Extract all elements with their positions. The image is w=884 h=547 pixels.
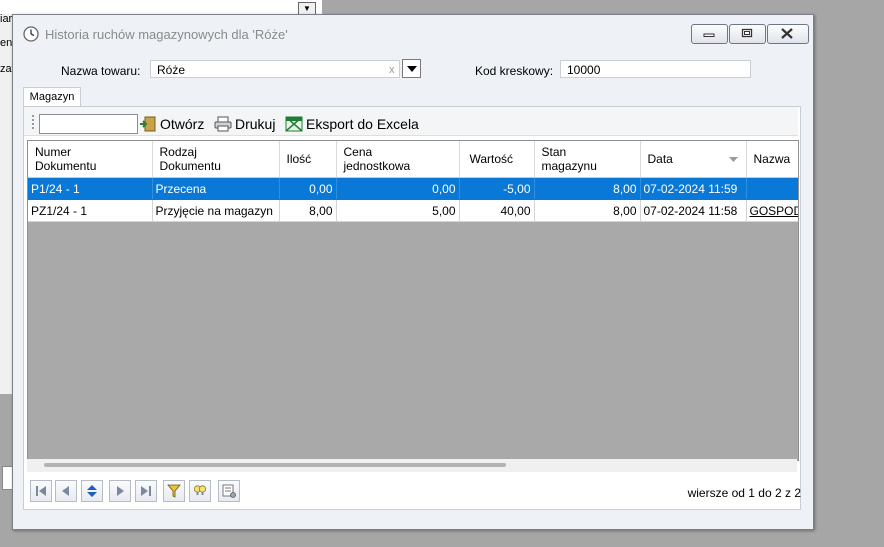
cell-unit-price[interactable]: 0,00 xyxy=(336,177,460,200)
excel-icon xyxy=(285,116,303,132)
settings-button[interactable] xyxy=(218,480,240,502)
filter-button[interactable] xyxy=(163,480,185,502)
column-header[interactable]: Cena jednostkowa xyxy=(336,141,460,178)
cell-document-number[interactable]: P1/24 - 1 xyxy=(28,177,153,200)
stock-history-window: Historia ruchów magazynowych dla 'Róże' … xyxy=(12,14,814,530)
window-title: Historia ruchów magazynowych dla 'Róże' xyxy=(45,27,288,42)
close-button[interactable] xyxy=(767,24,809,44)
cell-stock[interactable]: 8,00 xyxy=(534,199,641,222)
next-icon xyxy=(117,486,124,496)
stock-movements-table: Numer Dokumentu Rodzaj Dokumentu Ilość Cen… xyxy=(27,140,799,461)
cell-name[interactable] xyxy=(746,177,798,200)
column-header[interactable]: Stan magazynu xyxy=(534,141,641,178)
scrollbar-thumb[interactable] xyxy=(44,463,506,467)
up-down-icon xyxy=(87,485,97,497)
printer-icon xyxy=(214,116,232,132)
product-dropdown-button[interactable] xyxy=(402,59,421,78)
column-header-date[interactable]: Data xyxy=(640,141,747,178)
navigation-bar: wiersze od 1 do 2 z 2 xyxy=(27,479,801,504)
next-record-button[interactable] xyxy=(109,480,131,502)
toolbar-grip[interactable] xyxy=(32,115,36,129)
column-header[interactable]: Rodzaj Dokumentu xyxy=(152,141,280,178)
previous-record-button[interactable] xyxy=(55,480,77,502)
open-button[interactable]: Otwórz xyxy=(139,114,211,134)
grid-settings-icon xyxy=(222,484,236,498)
table-row[interactable]: P1/24 - 1 Przecena 0,00 0,00 -5,00 8,00 … xyxy=(28,177,798,200)
filter-icon xyxy=(167,484,181,498)
cell-name[interactable]: GOSPOD xyxy=(746,199,798,222)
print-button[interactable]: Drukuj xyxy=(214,114,282,134)
cell-value[interactable]: -5,00 xyxy=(459,177,535,200)
lightbulb-icon xyxy=(193,485,207,495)
column-header[interactable]: Numer Dokumentu xyxy=(28,141,153,178)
clear-icon[interactable]: x xyxy=(389,64,395,76)
tab-magazyn[interactable]: Magazyn xyxy=(23,87,81,107)
cell-document-number[interactable]: PZ1/24 - 1 xyxy=(28,199,153,222)
product-name-label: Nazwa towaru: xyxy=(61,64,141,78)
first-record-button[interactable] xyxy=(30,480,52,502)
horizontal-scrollbar[interactable] xyxy=(27,459,797,472)
last-record-icon xyxy=(141,486,151,496)
title-bar[interactable]: Historia ruchów magazynowych dla 'Róże' xyxy=(13,15,813,52)
current-record-button[interactable] xyxy=(81,480,103,502)
print-label: Drukuj xyxy=(235,116,276,132)
toolbar-search-input[interactable] xyxy=(39,114,138,134)
cell-document-type[interactable]: Przecena xyxy=(152,177,280,200)
background-side-label: en xyxy=(0,37,13,49)
table-header: Numer Dokumentu Rodzaj Dokumentu Ilość Cen… xyxy=(28,141,798,178)
restore-icon xyxy=(741,28,753,38)
maximize-button[interactable] xyxy=(729,24,766,44)
hints-button[interactable] xyxy=(189,480,211,502)
toolbar: Otwórz Drukuj Eksport do Excela xyxy=(24,107,798,136)
close-icon xyxy=(781,28,793,39)
export-excel-button[interactable]: Eksport do Excela xyxy=(285,114,425,134)
barcode-field[interactable]: 10000 xyxy=(560,60,751,78)
background-side-label: iar xyxy=(0,13,13,25)
cell-value[interactable]: 40,00 xyxy=(459,199,535,222)
column-header[interactable]: Nazwa xyxy=(746,141,798,178)
minimize-button[interactable] xyxy=(691,24,728,44)
clock-icon xyxy=(23,26,39,42)
minimize-icon xyxy=(703,33,715,37)
cell-unit-price[interactable]: 5,00 xyxy=(336,199,460,222)
cell-date[interactable]: 07-02-2024 11:59 xyxy=(640,177,747,200)
cell-quantity[interactable]: 8,00 xyxy=(279,199,337,222)
open-icon xyxy=(140,116,156,132)
export-label: Eksport do Excela xyxy=(306,116,419,132)
cell-date[interactable]: 07-02-2024 11:58 xyxy=(640,199,747,222)
chevron-down-icon xyxy=(407,66,417,72)
cell-stock[interactable]: 8,00 xyxy=(534,177,641,200)
row-count: wiersze od 1 do 2 z 2 xyxy=(687,486,801,500)
cell-document-type[interactable]: Przyjęcie na magazyn xyxy=(152,199,280,222)
sort-descending-icon xyxy=(728,157,738,162)
table-row[interactable]: PZ1/24 - 1 Przyjęcie na magazyn 8,00 5,0… xyxy=(28,199,798,222)
column-header[interactable]: Wartość xyxy=(459,141,535,178)
open-label: Otwórz xyxy=(160,116,205,132)
previous-icon xyxy=(62,486,69,496)
first-record-icon xyxy=(36,486,46,496)
cell-quantity[interactable]: 0,00 xyxy=(279,177,337,200)
column-header[interactable]: Ilość xyxy=(279,141,337,178)
last-record-button[interactable] xyxy=(135,480,157,502)
tab-panel: Otwórz Drukuj Eksport do Excela Numer Do… xyxy=(23,106,801,510)
barcode-label: Kod kreskowy: xyxy=(475,64,554,78)
product-name-field[interactable]: Róże xyxy=(150,60,400,78)
background-window-field: ▼ xyxy=(0,0,322,16)
